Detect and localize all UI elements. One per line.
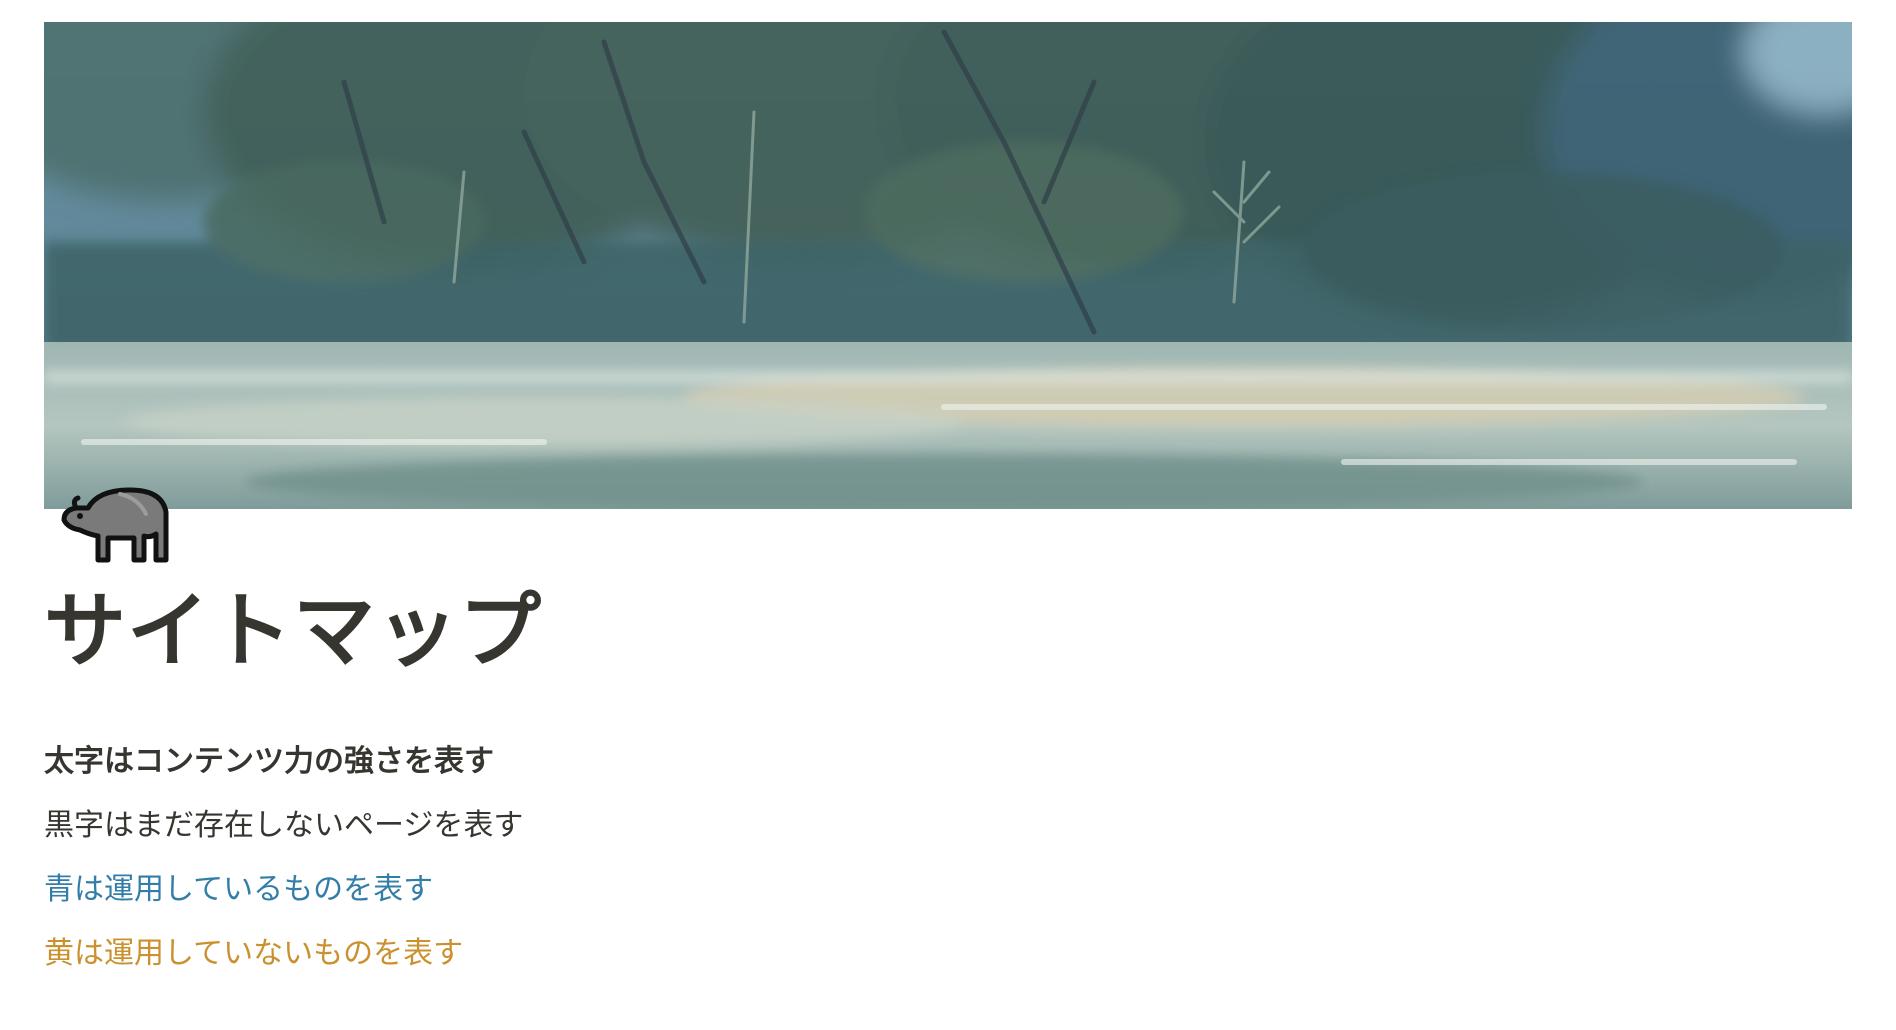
water-buffalo-icon[interactable] <box>58 478 176 570</box>
legend-bold-text[interactable]: 太字はコンテンツ力の強さを表す <box>44 742 944 782</box>
page-title[interactable]: サイトマップ <box>44 578 542 686</box>
legend-blue-text[interactable]: 青は運用しているものを表す <box>44 870 944 910</box>
legend-yellow-text[interactable]: 黄は運用していないものを表す <box>44 934 944 974</box>
legend-black-text[interactable]: 黒字はまだ存在しないページを表す <box>44 806 944 846</box>
cover-image[interactable] <box>44 22 1852 509</box>
notion-page: サイトマップ 太字はコンテンツ力の強さを表す 黒字はまだ存在しないページを表す … <box>0 0 1896 1030</box>
legend-block: 太字はコンテンツ力の強さを表す 黒字はまだ存在しないページを表す 青は運用してい… <box>44 742 944 998</box>
forest-lake-painting <box>44 22 1852 509</box>
